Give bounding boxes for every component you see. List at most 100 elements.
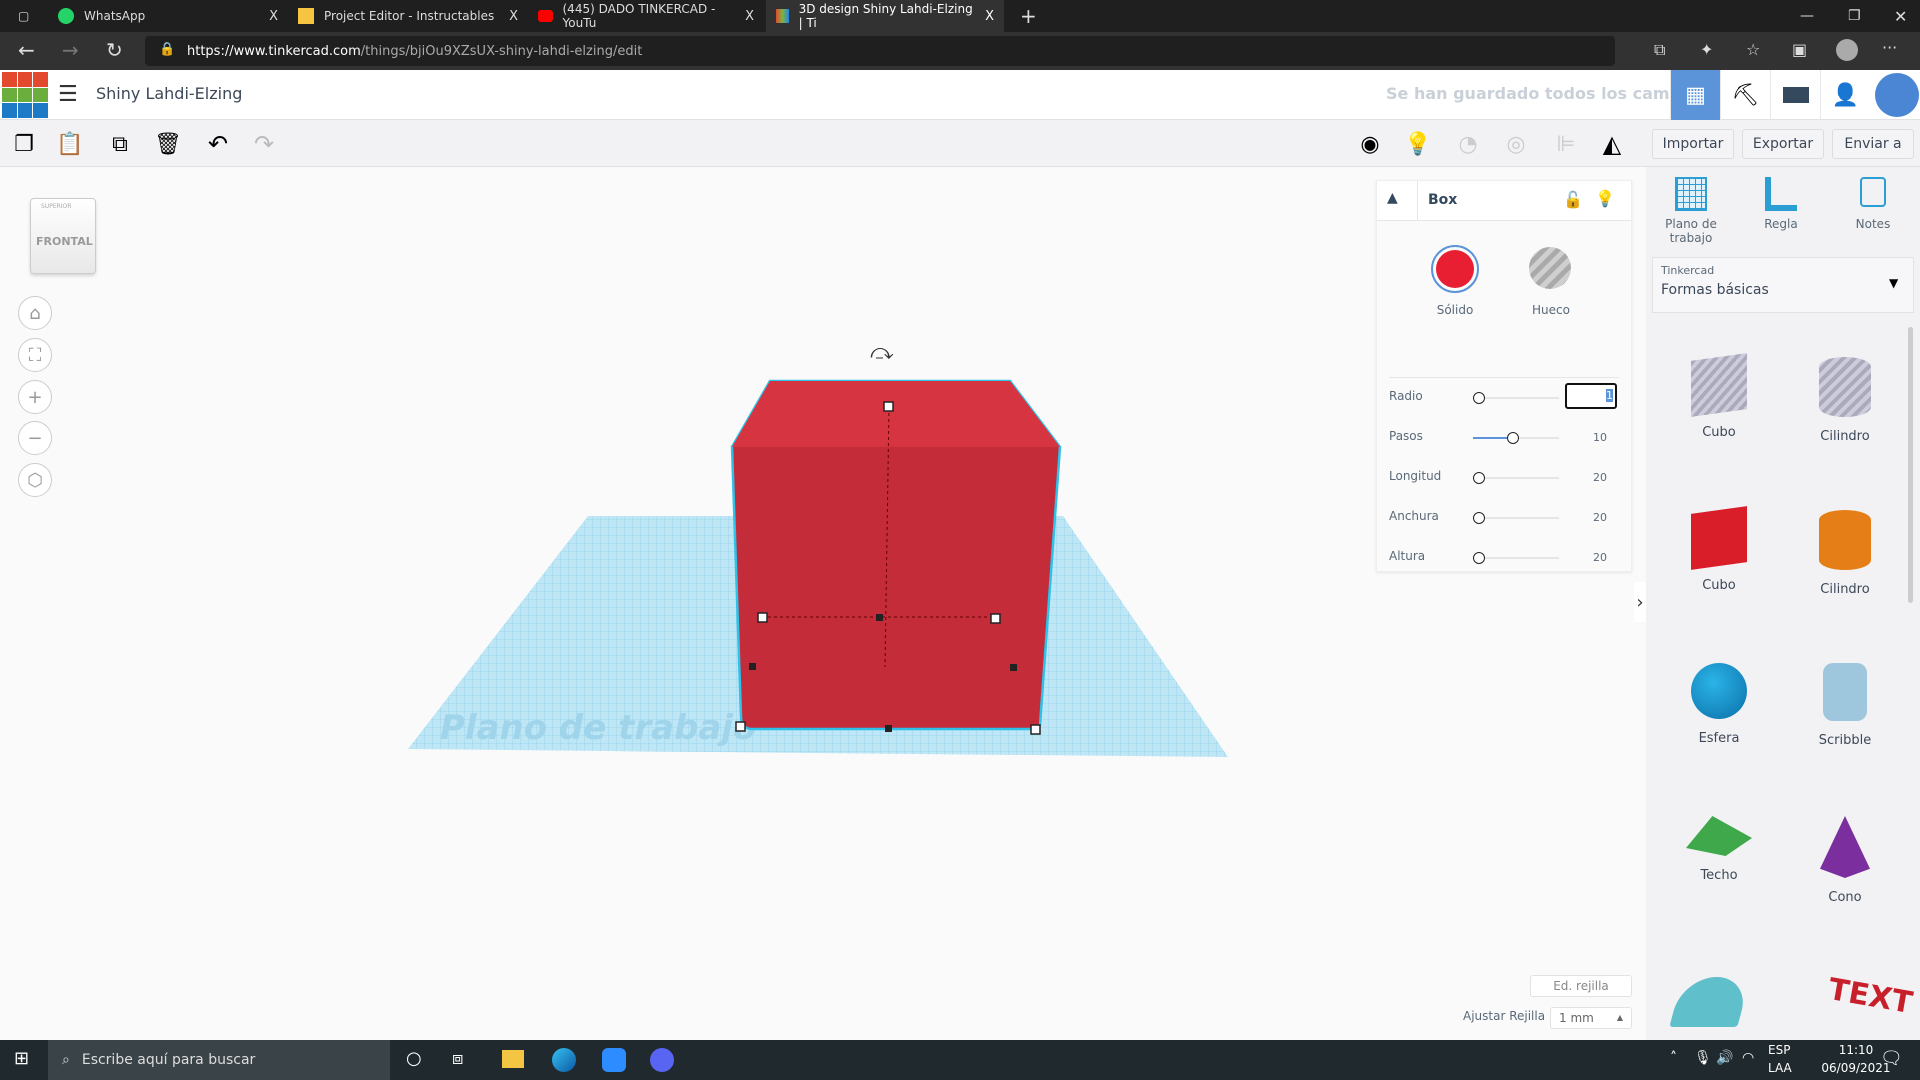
volume-icon[interactable]: 🔊 — [1716, 1050, 1733, 1066]
microphone-icon[interactable]: 🎙 — [1694, 1050, 1712, 1066]
slider-knob[interactable] — [1473, 512, 1485, 524]
shape-half-cylinder[interactable] — [1669, 977, 1751, 1027]
duplicate-button[interactable]: ⧉ — [102, 126, 138, 162]
shape-cubo[interactable]: Cubo — [1664, 347, 1774, 440]
shape-cilindro[interactable]: Cilindro — [1790, 500, 1900, 597]
lock-icon[interactable]: 🔓 — [1563, 190, 1583, 209]
edit-grid-button[interactable]: Ed. rejilla — [1530, 975, 1632, 997]
param-value[interactable]: 20 — [1593, 511, 1607, 524]
notifications-icon[interactable]: 🗨 — [1880, 1048, 1903, 1069]
redo-button[interactable]: ↷ — [246, 126, 282, 162]
tab-actions-button[interactable]: ▢ — [8, 0, 48, 32]
zoom-app-icon[interactable] — [602, 1048, 626, 1072]
shape-name[interactable]: Box — [1428, 192, 1457, 208]
shape-scribble[interactable]: Scribble — [1790, 653, 1900, 748]
copy-button[interactable]: ❐ — [6, 126, 42, 162]
minimize-button[interactable]: — — [1790, 0, 1824, 32]
lightbulb-icon[interactable]: 💡 — [1595, 189, 1615, 208]
shape-techo[interactable]: Techo — [1664, 806, 1774, 883]
windows-start-icon[interactable]: ⊞ — [14, 1048, 29, 1069]
align-button[interactable]: ⊫ — [1548, 126, 1584, 162]
export-button[interactable]: Exportar — [1742, 129, 1824, 159]
hole-button[interactable] — [1529, 247, 1571, 289]
design-title[interactable]: Shiny Lahdi-Elzing — [96, 84, 242, 103]
3d-view-button[interactable]: ▦ — [1670, 70, 1720, 120]
new-tab-button[interactable]: + — [1010, 0, 1047, 32]
slider-knob[interactable] — [1473, 472, 1485, 484]
close-tab-icon[interactable]: X — [509, 9, 518, 24]
param-slider[interactable] — [1473, 557, 1559, 559]
panel-toggle-button[interactable]: › — [1634, 582, 1646, 622]
close-window-button[interactable]: ✕ — [1884, 0, 1917, 32]
undo-button[interactable]: ↶ — [200, 126, 236, 162]
param-slider[interactable] — [1473, 477, 1559, 479]
shape-cono[interactable]: Cono — [1790, 806, 1900, 905]
param-value[interactable]: 20 — [1593, 471, 1607, 484]
profile-icon[interactable] — [1836, 39, 1858, 61]
tinkercad-logo[interactable] — [2, 72, 48, 118]
discord-icon[interactable] — [650, 1048, 674, 1072]
more-icon[interactable]: ··· — [1882, 38, 1897, 57]
snap-grid-select[interactable]: 1 mm ▲ — [1550, 1007, 1632, 1029]
paste-button[interactable]: 📋 — [52, 126, 88, 162]
close-tab-icon[interactable]: X — [269, 9, 278, 24]
tab-youtube[interactable]: (445) DADO TINKERCAD - YouTu X — [528, 0, 764, 32]
shape-library-select[interactable]: Tinkercad Formas básicas ▼ — [1652, 257, 1914, 313]
tab-instructables[interactable]: Project Editor - Instructables X — [288, 0, 528, 32]
wifi-icon[interactable]: ◠ — [1742, 1050, 1754, 1066]
slider-knob[interactable] — [1473, 392, 1485, 404]
reload-icon[interactable]: ↻ — [106, 38, 123, 62]
close-tab-icon[interactable]: X — [745, 9, 754, 24]
solid-button[interactable] — [1431, 245, 1479, 293]
tab-whatsapp[interactable]: WhatsApp X — [48, 0, 288, 32]
shape-cubo[interactable]: Cubo — [1664, 500, 1774, 593]
tab-tinkercad[interactable]: 3D design Shiny Lahdi-Elzing | Ti X — [766, 0, 1004, 32]
edge-icon[interactable] — [552, 1048, 576, 1072]
avatar[interactable] — [1872, 70, 1920, 120]
shape-cilindro[interactable]: Cilindro — [1790, 347, 1900, 444]
edit-toolbar: ❐ 📋 ⧉ 🗑 ↶ ↷ ◉ 💡 ◔ ◎ ⊫ ◭ Importar Exporta… — [0, 120, 1920, 167]
delete-button[interactable]: 🗑 — [150, 126, 186, 162]
ruler-tool[interactable]: Regla — [1746, 177, 1816, 231]
notes-toggle-button[interactable]: ◉ — [1352, 126, 1388, 162]
back-icon[interactable]: ← — [18, 38, 35, 62]
collections-icon[interactable]: ▣ — [1792, 40, 1807, 59]
maximize-button[interactable]: ❐ — [1838, 0, 1871, 32]
param-slider[interactable] — [1473, 397, 1559, 399]
url-input[interactable]: 🔒 https://www.tinkercad.com/things/bjiOu… — [145, 36, 1615, 66]
import-button[interactable]: Importar — [1652, 129, 1734, 159]
extensions-icon[interactable]: ⧉ — [1654, 40, 1665, 60]
shape-esfera[interactable]: Esfera — [1664, 653, 1774, 746]
slider-knob[interactable] — [1507, 432, 1520, 444]
file-explorer-icon[interactable] — [502, 1050, 524, 1068]
puzzle-icon[interactable]: ✦ — [1700, 40, 1713, 59]
invite-user-button[interactable]: 👤 — [1820, 70, 1870, 120]
ungroup-button[interactable]: ◎ — [1498, 126, 1534, 162]
tray-chevron-icon[interactable]: ˄ — [1670, 1050, 1677, 1066]
workplane-tool[interactable]: Plano de trabajo — [1656, 177, 1726, 245]
mirror-button[interactable]: ◭ — [1594, 126, 1630, 162]
notes-tool[interactable]: Notes — [1838, 177, 1908, 231]
param-value[interactable]: 10 — [1593, 431, 1607, 444]
slider-knob[interactable] — [1473, 552, 1485, 564]
task-view-icon[interactable]: ⧈ — [452, 1048, 463, 1069]
bricks-button[interactable] — [1770, 70, 1820, 120]
favorites-icon[interactable]: ☆ — [1746, 40, 1760, 59]
radius-input[interactable]: 1 — [1565, 383, 1617, 409]
forward-icon[interactable]: → — [62, 38, 79, 62]
show-all-button[interactable]: 💡 — [1400, 126, 1436, 162]
taskbar-search-input[interactable]: ⌕ Escribe aquí para buscar — [48, 1040, 390, 1080]
shape-text[interactable]: TEXT — [1826, 972, 1915, 1021]
send-to-button[interactable]: Enviar a — [1832, 129, 1914, 159]
blocks-button[interactable]: ⛏ — [1720, 70, 1770, 120]
group-button[interactable]: ◔ — [1450, 126, 1486, 162]
param-slider[interactable] — [1473, 517, 1559, 519]
language-indicator[interactable]: ESP — [1768, 1043, 1790, 1057]
close-tab-icon[interactable]: X — [985, 9, 994, 24]
param-value[interactable]: 20 — [1593, 551, 1607, 564]
collapse-icon[interactable]: ▲ — [1387, 190, 1398, 206]
cortana-icon[interactable]: ○ — [406, 1048, 422, 1069]
scrollbar[interactable] — [1908, 327, 1913, 603]
ruler-icon — [1765, 177, 1797, 211]
design-menu-icon[interactable]: ☰ — [58, 82, 78, 107]
